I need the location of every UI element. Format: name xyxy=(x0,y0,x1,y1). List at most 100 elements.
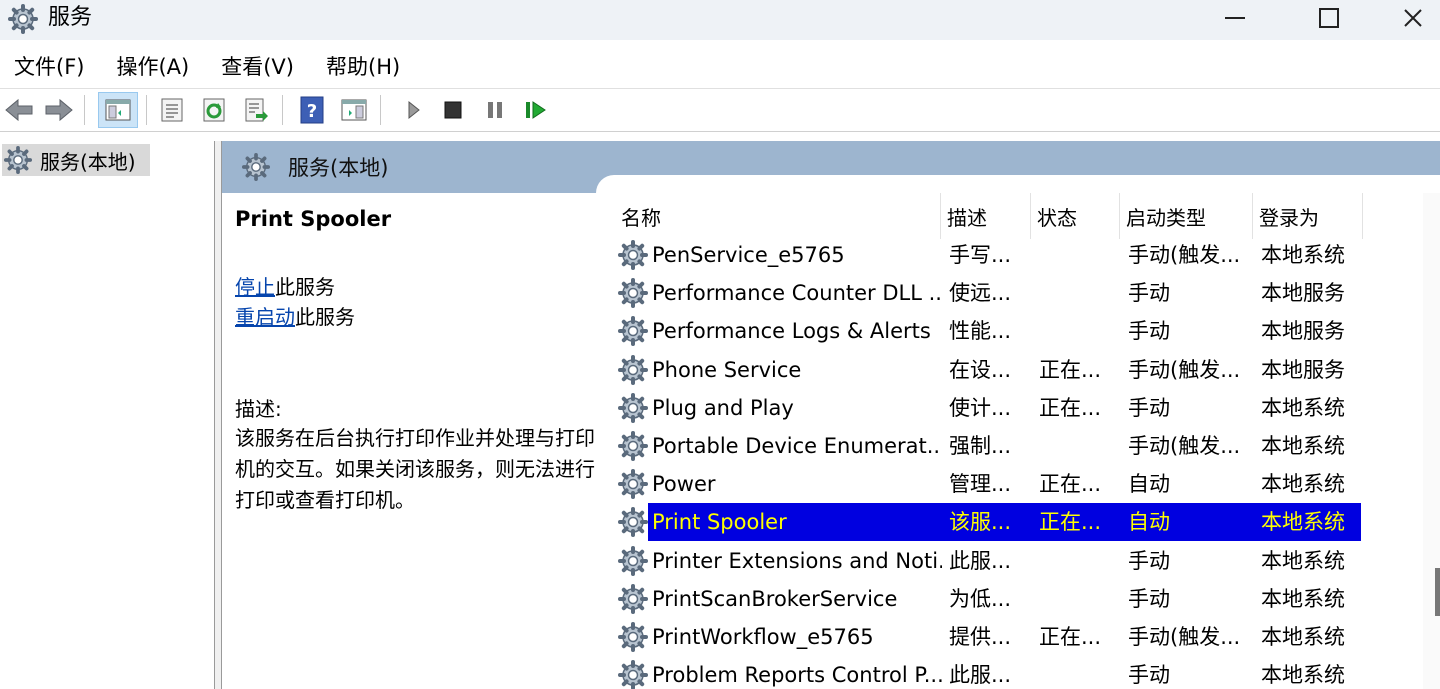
table-row[interactable]: Performance Counter DLL ... 使远... 手动 本地服务 xyxy=(615,274,1363,312)
services-gear-icon xyxy=(8,4,38,34)
pause-service-icon xyxy=(488,102,502,118)
service-startup-type-cell: 手动 xyxy=(1128,319,1170,344)
table-row[interactable]: PrintScanBrokerService 为低... 手动 本地系统 xyxy=(615,580,1363,618)
services-gear-icon xyxy=(4,146,32,174)
service-startup-type-cell: 手动 xyxy=(1128,586,1170,611)
service-status-cell xyxy=(1039,236,1119,274)
export-list-button[interactable] xyxy=(239,93,273,127)
table-row[interactable]: Phone Service 在设... 正在... 手动(触发... 本地服务 xyxy=(615,351,1363,389)
service-status-cell: 正在... xyxy=(1039,510,1102,535)
service-description-cell: 为低... xyxy=(949,586,1012,611)
service-gear-icon xyxy=(618,316,648,347)
service-startup-type-cell: 手动(触发... xyxy=(1128,625,1241,649)
menu-file[interactable]: 文件(F) xyxy=(12,51,86,81)
export-list-icon xyxy=(245,98,268,122)
console-tree: 服务(本地) xyxy=(0,141,215,689)
column-header-log-on-as[interactable]: 登录为 xyxy=(1253,193,1363,239)
maximize-button[interactable] xyxy=(1294,0,1364,36)
back-button[interactable] xyxy=(2,93,36,127)
restart-service-line: 重启动此服务 xyxy=(235,301,355,330)
service-gear-icon xyxy=(618,545,648,576)
table-row[interactable]: Printer Extensions and Noti... 此服... 手动 本地系… xyxy=(615,542,1363,580)
toolbar: ? xyxy=(0,88,1440,132)
selected-service-name: Print Spooler xyxy=(235,207,392,231)
service-name-cell: Print Spooler xyxy=(652,510,787,535)
service-status-cell: 正在... xyxy=(1039,357,1102,382)
pause-service-button[interactable] xyxy=(478,93,512,127)
column-header-name[interactable]: 名称 ^ xyxy=(615,193,941,239)
service-status-cell xyxy=(1039,656,1119,689)
close-button[interactable] xyxy=(1378,0,1440,36)
tree-item-services-local[interactable]: 服务(本地) xyxy=(2,144,150,176)
action-pane-button[interactable] xyxy=(337,93,371,127)
service-gear-icon xyxy=(618,660,648,689)
menu-view[interactable]: 查看(V) xyxy=(219,51,296,81)
pane-splitter[interactable] xyxy=(215,141,222,689)
show-hide-console-tree-icon xyxy=(105,99,131,121)
service-startup-type-cell: 手动 xyxy=(1128,663,1170,688)
service-logon-cell: 本地服务 xyxy=(1261,319,1345,344)
stop-service-button[interactable] xyxy=(436,93,470,127)
service-gear-icon xyxy=(618,469,648,500)
table-row[interactable]: Portable Device Enumerat... 强制... 手动(触发...… xyxy=(615,427,1363,465)
service-name-cell: Performance Counter DLL ... xyxy=(652,281,942,306)
forward-button[interactable] xyxy=(42,93,76,127)
service-description-cell: 性能... xyxy=(949,319,1012,344)
start-service-button[interactable] xyxy=(396,93,430,127)
service-logon-cell: 本地系统 xyxy=(1261,472,1345,497)
service-detail-panel: Print Spooler 停止此服务 重启动此服务 描述: 该服务在后台执行打… xyxy=(222,193,602,689)
column-header-status[interactable]: 状态 xyxy=(1031,193,1120,239)
service-gear-icon xyxy=(618,431,648,461)
restart-service-suffix: 此服务 xyxy=(295,305,355,329)
service-description-cell: 此服... xyxy=(949,548,1012,573)
help-icon: ? xyxy=(300,96,324,124)
help-button[interactable]: ? xyxy=(295,93,329,127)
service-logon-cell: 本地系统 xyxy=(1261,395,1345,420)
service-gear-icon xyxy=(618,278,648,309)
column-header-startup-type[interactable]: 启动类型 xyxy=(1120,193,1253,239)
service-logon-cell: 本地系统 xyxy=(1261,434,1345,458)
restart-service-link[interactable]: 重启动 xyxy=(235,305,295,329)
properties-icon xyxy=(161,98,183,122)
service-name-cell: PrintScanBrokerService xyxy=(652,586,898,611)
menu-bar: 文件(F) 操作(A) 查看(V) 帮助(H) xyxy=(0,44,1440,88)
menu-action[interactable]: 操作(A) xyxy=(114,51,191,81)
service-status-cell: 正在... xyxy=(1039,472,1102,497)
service-name-cell: Printer Extensions and Noti... xyxy=(652,548,942,573)
table-row[interactable]: Power 管理... 正在... 自动 本地系统 xyxy=(615,465,1363,503)
table-row[interactable]: Plug and Play 使计... 正在... 手动 本地系统 xyxy=(615,389,1363,427)
resume-service-button[interactable] xyxy=(520,93,554,127)
toolbar-separator xyxy=(146,95,147,125)
service-name-cell: Performance Logs & Alerts xyxy=(652,319,931,344)
stop-service-link[interactable]: 停止 xyxy=(235,275,275,299)
pane-header-tab-edge xyxy=(596,175,1440,193)
properties-button[interactable] xyxy=(155,93,189,127)
service-status-cell xyxy=(1039,274,1119,312)
service-gear-icon xyxy=(618,240,648,270)
table-row[interactable]: Print Spooler 该服... 正在... 自动 本地系统 xyxy=(615,503,1363,542)
refresh-button[interactable] xyxy=(197,93,231,127)
service-logon-cell: 本地服务 xyxy=(1261,357,1345,382)
table-row[interactable]: Problem Reports Control P... 此服... 手动 本地系统 xyxy=(615,656,1363,689)
service-name-cell: PenService_e5765 xyxy=(652,243,845,267)
service-description-cell: 管理... xyxy=(949,472,1012,497)
service-description-cell: 该服... xyxy=(949,510,1012,535)
service-name-cell: Portable Device Enumerat... xyxy=(652,434,942,458)
table-row[interactable]: PrintWorkflow_e5765 提供... 正在... 手动(触发... 本地系… xyxy=(615,618,1363,656)
scrollbar-thumb[interactable] xyxy=(1435,568,1440,616)
service-status-cell xyxy=(1039,542,1119,580)
column-header-description[interactable]: 描述 xyxy=(941,193,1031,239)
table-row[interactable]: Performance Logs & Alerts 性能... 手动 本地服务 xyxy=(615,312,1363,350)
table-row[interactable]: PenService_e5765 手写... 手动(触发... 本地系统 xyxy=(615,236,1363,274)
main-pane: 服务(本地) Print Spooler 停止此服务 重启动此服务 描述: 该服… xyxy=(222,141,1440,689)
service-description-cell: 此服... xyxy=(949,663,1012,688)
toolbar-separator xyxy=(84,95,85,125)
service-name-cell: Problem Reports Control P... xyxy=(652,663,942,688)
minimize-button[interactable] xyxy=(1200,0,1270,36)
service-startup-type-cell: 自动 xyxy=(1128,510,1170,535)
show-hide-console-tree-button[interactable] xyxy=(98,92,138,128)
service-gear-icon xyxy=(618,622,648,652)
service-status-cell: 正在... xyxy=(1039,395,1102,420)
menu-help[interactable]: 帮助(H) xyxy=(324,51,402,81)
service-logon-cell: 本地系统 xyxy=(1261,510,1345,535)
